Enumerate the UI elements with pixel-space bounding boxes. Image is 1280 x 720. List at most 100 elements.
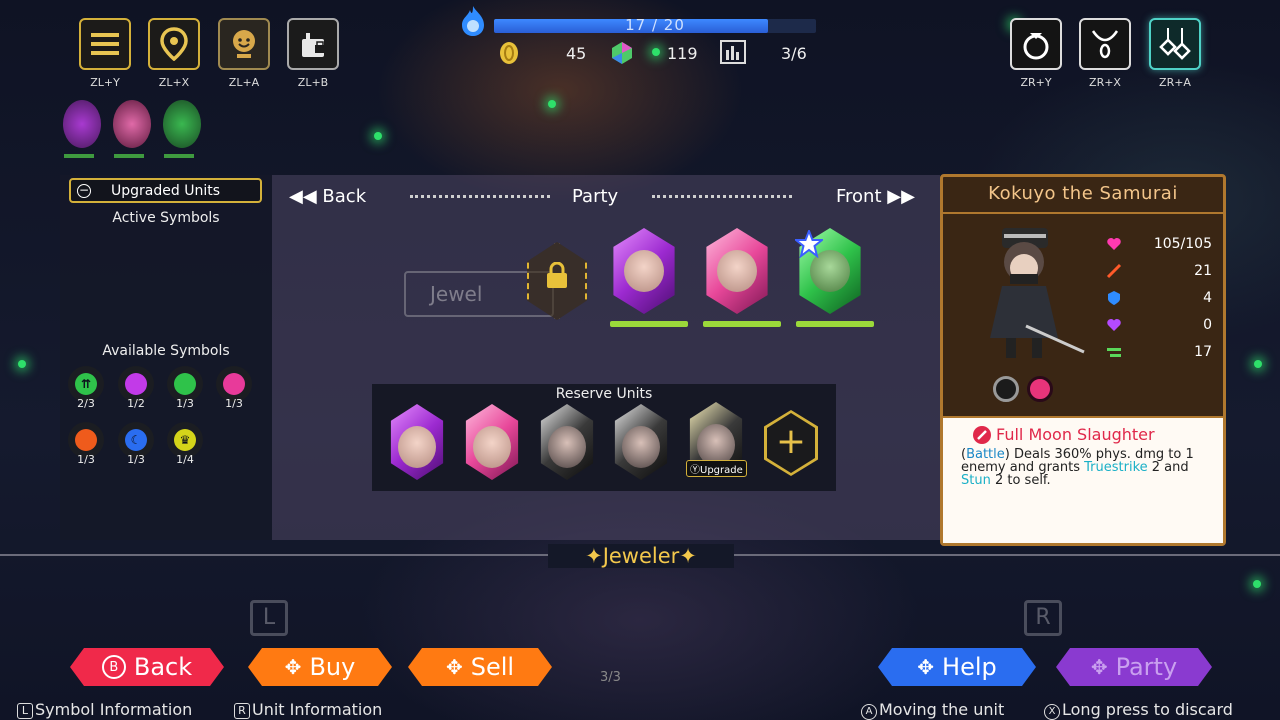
keyword-stun: Stun	[961, 473, 991, 488]
particle	[548, 100, 556, 108]
earrings-icon	[1159, 28, 1191, 60]
menu-combo: ZL+Y	[90, 76, 120, 89]
mini-hp-bar	[64, 154, 94, 158]
map-combo: ZL+X	[158, 76, 190, 89]
symbol-count: 1/3	[176, 397, 194, 410]
character-button[interactable]	[218, 18, 270, 70]
a-key-icon: A	[861, 704, 877, 720]
mini-portrait[interactable]	[163, 100, 201, 148]
sell-button[interactable]: ✥ Sell	[408, 648, 552, 686]
locked-bag-icon	[302, 33, 325, 57]
stat-attack: 21	[1194, 263, 1212, 279]
back-button[interactable]: B Back	[70, 648, 224, 686]
map-pin-icon	[160, 27, 188, 61]
symbol-count: 2/3	[77, 397, 95, 410]
shop-title-text: Jeweler	[602, 544, 680, 568]
active-symbols-heading: Active Symbols	[112, 210, 220, 226]
mini-hp-bar	[114, 154, 144, 158]
symbol-count: 1/3	[225, 397, 243, 410]
stat-hp: 105/105	[1153, 236, 1212, 252]
stat-defense: 4	[1203, 290, 1212, 306]
mini-hp-bar	[164, 154, 194, 158]
unit-portrait	[398, 426, 436, 468]
particle	[1253, 580, 1261, 588]
back-row-text: Back	[322, 186, 367, 207]
hint-symbol-info: L Symbol Information	[17, 700, 192, 719]
party-size-icon	[720, 40, 746, 64]
lock-icon	[547, 262, 567, 288]
upgrade-tag[interactable]: ⓎUpgrade	[686, 460, 747, 477]
unit-portrait	[473, 426, 511, 468]
back-row-label: ◀◀ Back	[289, 186, 367, 207]
menu-button[interactable]	[79, 18, 131, 70]
party-count: 3/6	[781, 44, 807, 63]
shop-page: 3/3	[600, 670, 621, 685]
particle	[1254, 360, 1262, 368]
skill-text-part: 2 and	[1147, 460, 1189, 475]
unit-name: Kokuyo the Samurai	[940, 176, 1226, 214]
upgraded-units-toggle[interactable]: − Upgraded Units	[69, 178, 262, 203]
inventory-button[interactable]	[287, 18, 339, 70]
jeweler-ghost-label: Jewel	[430, 282, 483, 306]
unit-portrait	[717, 250, 757, 292]
gem-amount: 119	[667, 44, 698, 63]
buy-button[interactable]: ✥ Buy	[248, 648, 392, 686]
skill-name: Full Moon Slaughter	[996, 425, 1155, 444]
party-title: Party	[572, 186, 619, 207]
necklace-icon	[1091, 30, 1119, 59]
character-combo: ZL+A	[228, 76, 260, 89]
row-divider	[410, 195, 550, 199]
skill-icon	[973, 426, 991, 444]
earrings-combo: ZR+A	[1159, 76, 1191, 89]
necklace-slot-button[interactable]	[1079, 18, 1131, 70]
particle	[374, 132, 382, 140]
help-button[interactable]: ✥ Help	[878, 648, 1036, 686]
dpad-icon: ✥	[1090, 655, 1108, 679]
unit-hp-bar	[796, 321, 874, 327]
l-key-icon: L	[17, 703, 33, 719]
map-button[interactable]	[148, 18, 200, 70]
party-button-label: Party	[1115, 653, 1178, 681]
front-row-text: Front	[836, 186, 882, 207]
hint-symbol-text: Symbol Information	[35, 700, 193, 719]
ring-icon	[1023, 33, 1049, 60]
sell-button-label: Sell	[470, 653, 515, 681]
necklace-combo: ZR+X	[1089, 76, 1121, 89]
symbol-count: 1/3	[127, 453, 145, 466]
symbol-heart-badge[interactable]	[1027, 376, 1053, 402]
star-icon	[795, 230, 823, 258]
upgrade-tag-label: Upgrade	[700, 465, 743, 476]
symbol-neutral-badge[interactable]	[993, 376, 1019, 402]
hint-unit-text: Unit Information	[252, 700, 383, 719]
row-divider	[652, 195, 792, 199]
unit-portrait	[624, 250, 664, 292]
mini-portrait[interactable]	[113, 100, 151, 148]
r-shoulder-icon: R	[1024, 600, 1062, 636]
mini-portrait[interactable]	[63, 100, 101, 148]
earrings-slot-button[interactable]	[1149, 18, 1201, 70]
minus-icon: −	[77, 182, 91, 198]
particle	[652, 48, 660, 56]
inventory-combo: ZL+B	[297, 76, 329, 89]
ring-slot-button[interactable]	[1010, 18, 1062, 70]
back-button-label: Back	[133, 653, 193, 681]
hp-text: 17 / 20	[625, 16, 685, 34]
stat-speed: 17	[1194, 344, 1212, 360]
soul-flame-icon	[462, 6, 484, 36]
stat-magic: 0	[1203, 317, 1212, 333]
hint-unit-info: R Unit Information	[234, 700, 382, 719]
symbol-count: 1/2	[127, 397, 145, 410]
party-button[interactable]: ✥ Party	[1056, 648, 1212, 686]
sword-attack-icon	[1106, 263, 1122, 279]
unit-portrait	[548, 426, 586, 468]
skill-text: (Battle) Deals 360% phys. dmg to 1 enemy…	[961, 448, 1217, 487]
dpad-icon: ✥	[917, 655, 935, 679]
dpad-icon: ✥	[445, 655, 463, 679]
menu-icon	[91, 33, 119, 55]
front-row-label: Front ▶▶	[836, 186, 915, 207]
gold-coin-icon	[500, 42, 518, 64]
unit-hp-bar	[703, 321, 781, 327]
dpad-icon: ✥	[284, 655, 302, 679]
samurai-sprite	[990, 228, 1085, 358]
buy-button-label: Buy	[309, 653, 356, 681]
